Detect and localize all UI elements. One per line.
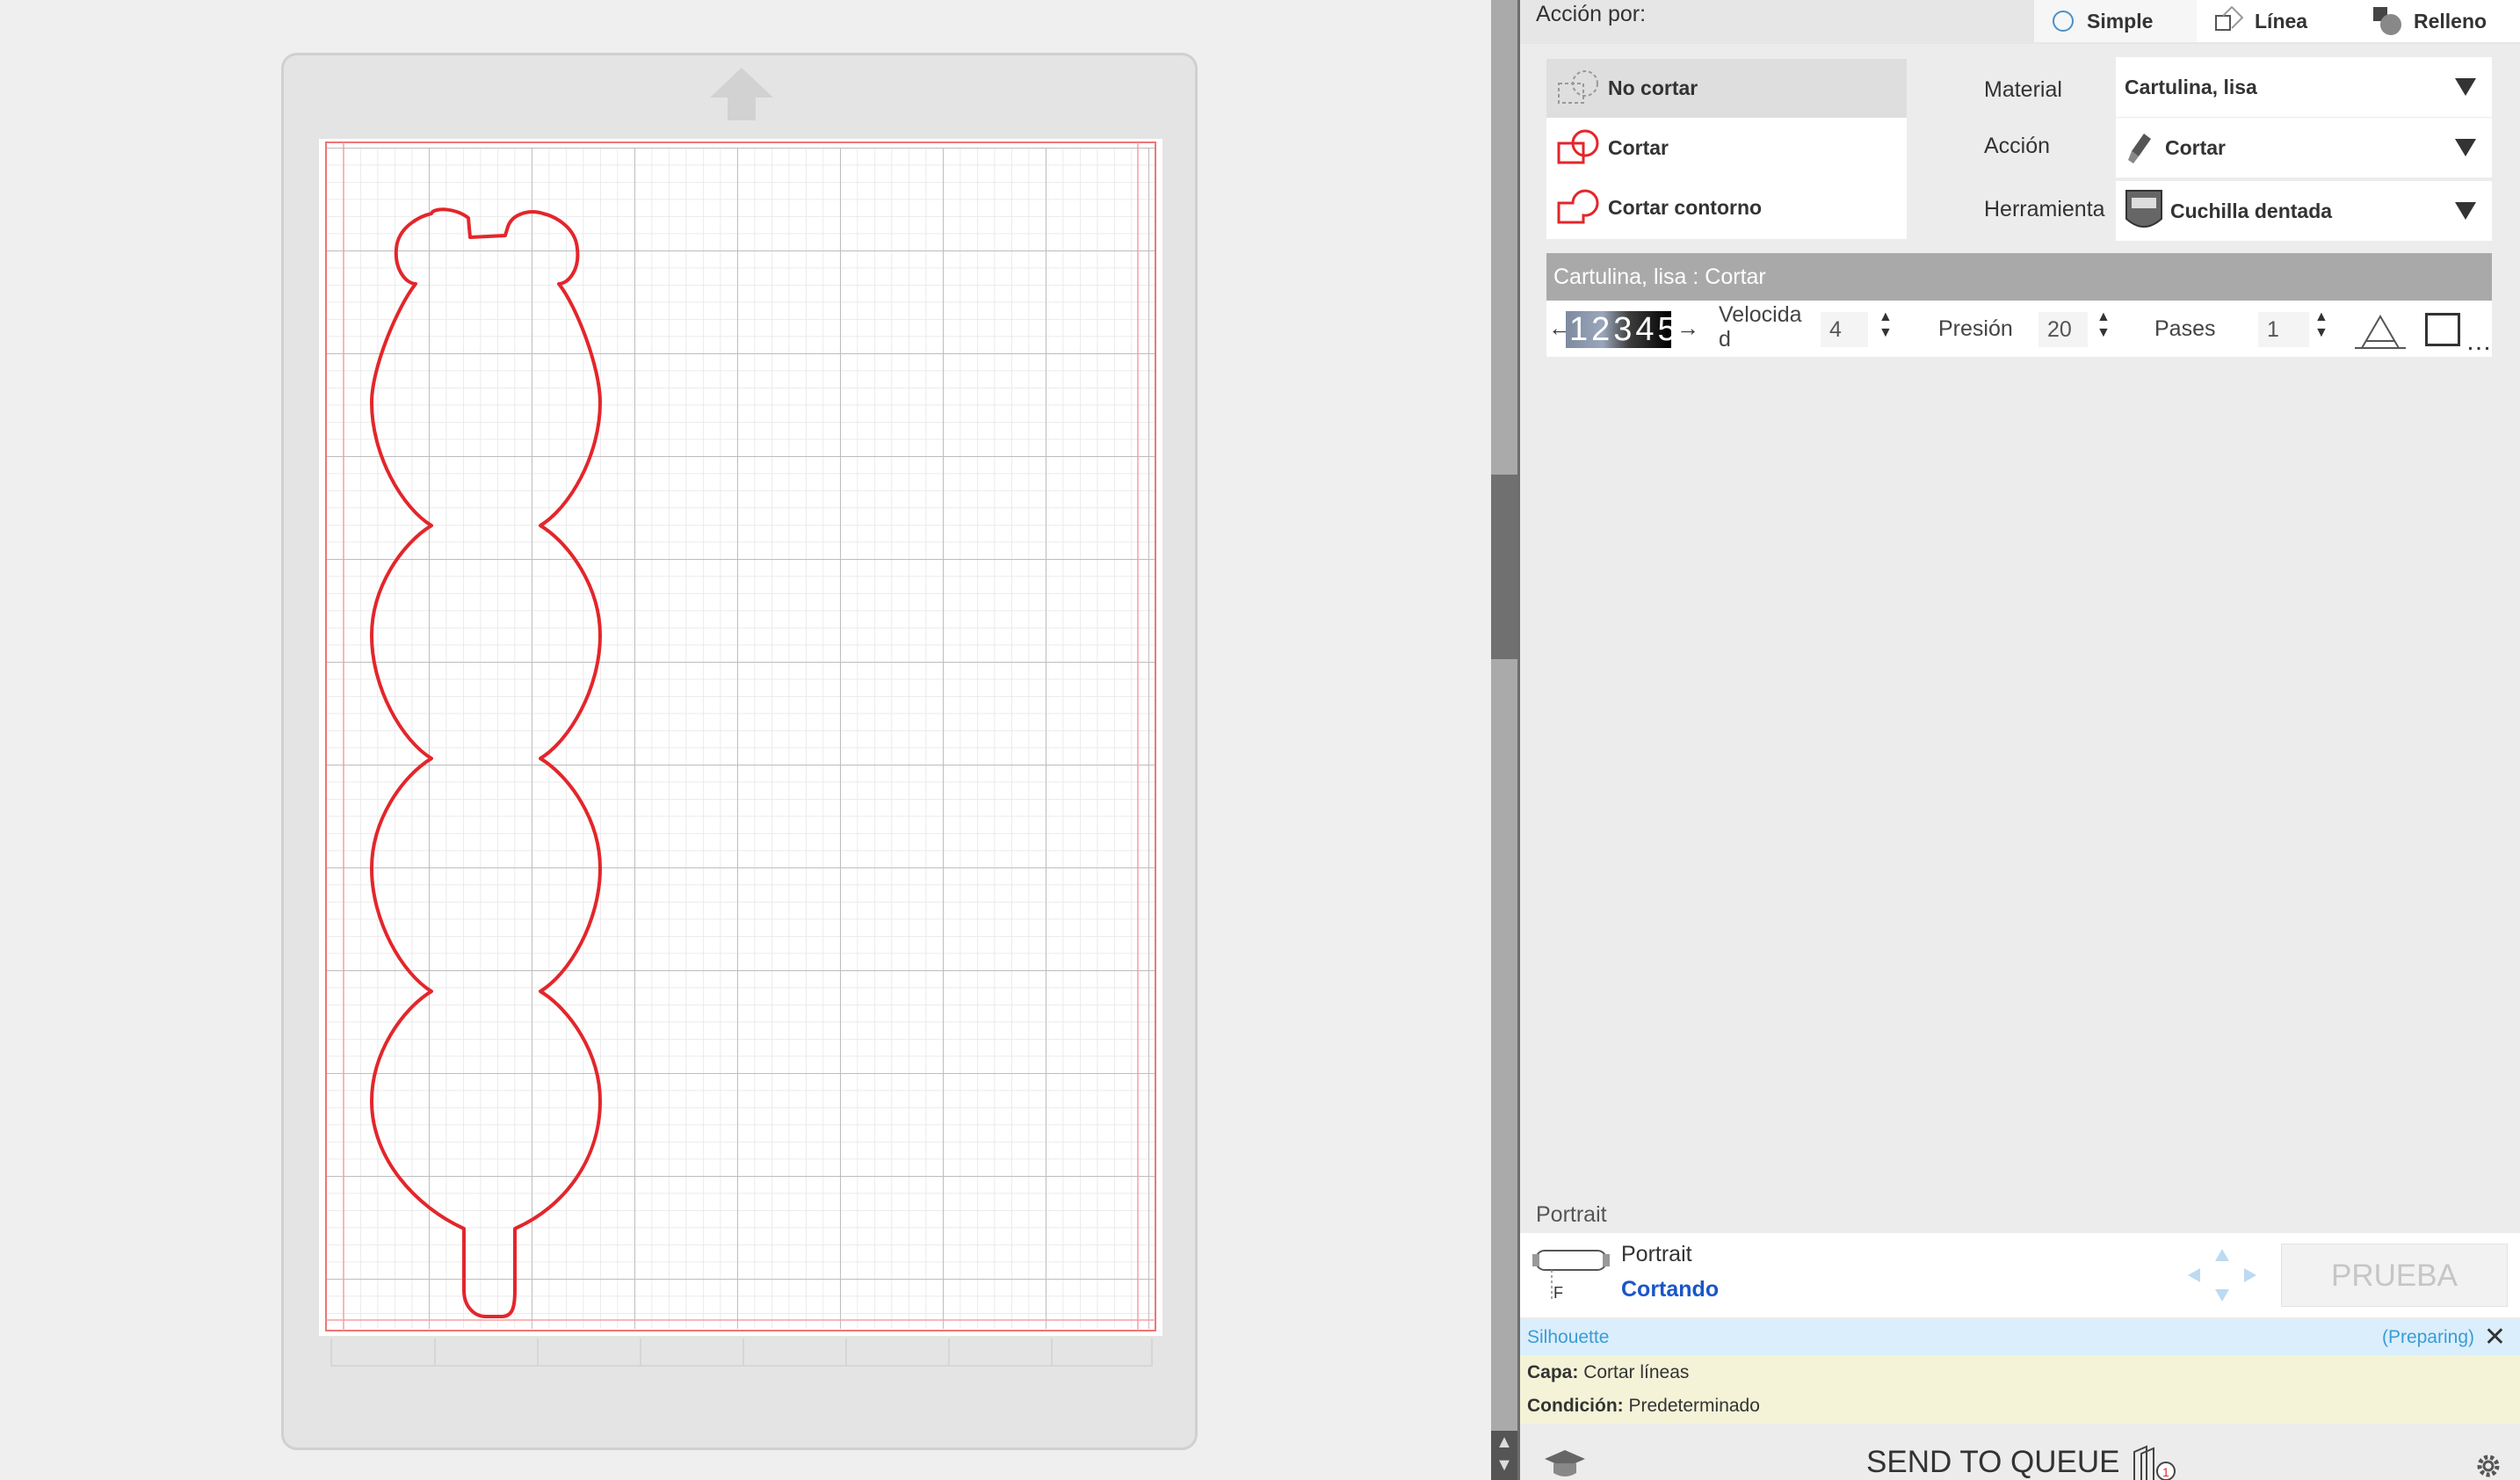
panel-scrollbar[interactable]: ▲ ▼ (1491, 0, 1517, 1480)
job-info-box: Capa: Cortar líneas Condición: Predeterm… (1520, 1355, 2520, 1424)
accion-select[interactable]: Cortar (2116, 118, 2492, 178)
pressure-stepper[interactable]: ▲ ▼ (2096, 309, 2111, 341)
herramienta-label: Herramienta (1984, 197, 2105, 221)
job-name: Silhouette (1527, 1327, 1610, 1347)
app-window: ▲ ▼ Acción por: Simple Línea Relleno No c… (0, 0, 2520, 1480)
passes-stepper[interactable]: ▲ ▼ (2314, 309, 2328, 341)
svg-text:F: F (1553, 1284, 1563, 1302)
scroll-arrows[interactable]: ▲ ▼ (1491, 1431, 1517, 1480)
passes-label: Pases (2154, 316, 2216, 341)
more-options-icon[interactable]: … (2466, 327, 2493, 357)
option-no-cortar[interactable]: No cortar (1546, 59, 1907, 118)
arrow-right-icon[interactable]: → (1676, 315, 1699, 342)
chevron-down-icon (2455, 202, 2476, 220)
tab-linea[interactable]: Línea (2197, 0, 2359, 42)
job-state: (Preparing) (2381, 1327, 2474, 1347)
tab-simple[interactable]: Simple (2034, 0, 2197, 42)
circle-outline-icon (2053, 11, 2074, 32)
layer-info: Capa: Cortar líneas (1527, 1362, 1689, 1383)
herramienta-select[interactable]: Cuchilla dentada (2116, 181, 2492, 241)
cut-option-list: No cortar Cortar Cortar contorno (1546, 59, 1907, 239)
cut-icon (1557, 129, 1599, 163)
blade-holder-icon (2128, 134, 2151, 163)
blade-setting-strip[interactable]: 12345 (1566, 311, 1671, 348)
device-name: Portrait (1621, 1242, 1692, 1266)
speed-label-line1: Velocida (1719, 302, 1802, 327)
scrollbar-thumb[interactable] (1491, 475, 1517, 659)
bottom-toolbar: SEND TO QUEUE 1 (1520, 1426, 2520, 1480)
send-to-queue-button[interactable]: SEND TO QUEUE 1 (1866, 1445, 2180, 1480)
cutter-machine-icon: F (1532, 1250, 1610, 1302)
passes-input[interactable]: 1 (2258, 312, 2309, 347)
ratchet-blade-icon (2125, 190, 2162, 228)
option-cortar[interactable]: Cortar (1546, 119, 1907, 178)
condition-info: Condición: Predeterminado (1527, 1396, 1760, 1417)
send-to-queue-label: SEND TO QUEUE (1866, 1445, 2120, 1479)
option-cortar-contorno[interactable]: Cortar contorno (1546, 178, 1907, 237)
no-cut-icon (1558, 69, 1598, 104)
condition-info-label: Condición: (1527, 1396, 1624, 1416)
material-label: Material (1984, 77, 2062, 102)
accion-label: Acción (1984, 134, 2051, 158)
option-no-cortar-label: No cortar (1608, 76, 1698, 99)
tab-relleno[interactable]: Relleno (2359, 0, 2520, 42)
feed-direction-arrow-icon (710, 68, 773, 120)
chevron-down-icon (2455, 78, 2476, 96)
speed-input[interactable]: 4 (1821, 312, 1868, 347)
layer-info-label: Capa: (1527, 1362, 1579, 1382)
condition-info-value: Predeterminado (1628, 1396, 1760, 1416)
graduation-cap-icon[interactable] (1543, 1448, 1587, 1478)
job-status-bar: Silhouette (Preparing) ✕ (1520, 1320, 2520, 1355)
device-row[interactable]: F Portrait Cortando PRUEBA (1520, 1233, 2520, 1317)
tab-relleno-label: Relleno (2414, 9, 2487, 33)
accion-value: Cortar (2165, 135, 2227, 159)
send-panel: Acción por: Simple Línea Relleno No cort… (1520, 0, 2520, 1480)
pressure-input[interactable]: 20 (2038, 312, 2088, 347)
speed-label-line2: d (1719, 327, 1731, 352)
herramienta-value: Cuchilla dentada (2170, 199, 2333, 222)
tab-linea-label: Línea (2255, 9, 2308, 33)
material-select[interactable]: Cartulina, lisa (2116, 57, 2492, 117)
test-cut-button[interactable]: PRUEBA (2281, 1244, 2508, 1307)
condition-header: Cartulina, lisa : Cortar (1546, 253, 2492, 301)
material-value: Cartulina, lisa (2125, 75, 2257, 98)
condition-settings: ← 12345 → Velocida d 4 ▲ ▼ Presión 20 ▲ ▼ … (1546, 301, 2492, 357)
move-arrows-icon[interactable] (2188, 1249, 2256, 1302)
chevron-down-icon (2455, 139, 2476, 156)
cut-contour-icon (1557, 189, 1599, 223)
mat-bottom-ruler (330, 1339, 1153, 1367)
queue-pages-icon: 1 (2133, 1445, 2176, 1480)
gear-icon[interactable] (2473, 1450, 2504, 1480)
tab-simple-label: Simple (2087, 9, 2154, 33)
design-canvas[interactable] (0, 0, 1491, 1480)
action-by-label: Acción por: (1536, 2, 1647, 26)
layer-info-value: Cortar líneas (1583, 1362, 1690, 1382)
speed-stepper[interactable]: ▲ ▼ (1879, 309, 1893, 341)
device-status: Cortando (1621, 1277, 1720, 1302)
square-option-icon[interactable] (2425, 313, 2460, 346)
cutting-mat (281, 53, 1198, 1450)
fill-shape-icon (2373, 7, 2401, 35)
device-section-label: Portrait (1536, 1202, 1607, 1227)
close-icon[interactable]: ✕ (2484, 1322, 2506, 1353)
pressure-label: Presión (1938, 316, 2013, 341)
svg-text:1: 1 (2162, 1465, 2169, 1479)
blade-depth-icon[interactable] (2353, 313, 2408, 352)
line-shape-icon (2215, 5, 2244, 31)
option-cortar-label: Cortar (1608, 136, 1669, 159)
cut-shape-bear-pop[interactable] (319, 139, 1162, 1336)
action-by-bar: Acción por: Simple Línea Relleno (1520, 0, 2520, 44)
option-cortar-contorno-label: Cortar contorno (1608, 196, 1763, 219)
mat-cutting-area[interactable] (319, 139, 1162, 1336)
